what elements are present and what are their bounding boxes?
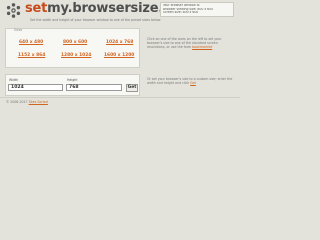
footer-divider <box>0 97 240 98</box>
preset-panel-tab: Sizes <box>14 28 23 32</box>
preset-size-link-1024x768[interactable]: 1024 x 768 <box>106 40 133 45</box>
browser-info-box: Your browser window is: Browser viewing … <box>160 2 234 17</box>
preset-size-link-1280x1024[interactable]: 1280 x 1024 <box>61 53 91 58</box>
footer-link[interactable]: Sites Sorted <box>29 100 48 104</box>
width-label: Width <box>9 78 19 82</box>
preset-sizes-panel <box>5 28 140 68</box>
site-header: setmy.browsersize.com Your browser windo… <box>0 0 240 22</box>
info-row: Screen size: 800 x 600 <box>163 11 199 15</box>
height-input[interactable]: 768 <box>66 84 122 91</box>
custom-size-help-text: Or set your browser's size to a custom s… <box>147 77 235 86</box>
get-help-link[interactable]: Get <box>190 81 196 85</box>
site-footer: © 2008-2017 Sites Sorted <box>6 100 48 104</box>
logo-text-prefix: set <box>25 1 48 16</box>
preset-size-link-1152x864[interactable]: 1152 x 864 <box>18 53 45 58</box>
get-button[interactable]: Get <box>126 84 138 92</box>
preset-size-link-640x480[interactable]: 640 x 480 <box>19 40 43 45</box>
site-tagline: Set the width and height of your browser… <box>30 18 161 22</box>
preset-size-link-800x600[interactable]: 800 x 600 <box>63 40 87 45</box>
height-label: Height <box>67 78 78 82</box>
snowflake-logo-icon[interactable] <box>6 3 21 18</box>
bookmarklet-link[interactable]: bookmarklet <box>192 45 212 49</box>
footer-copyright: © 2008-2017 <box>6 100 29 104</box>
preset-help-text: Click on one of the sizes on the left to… <box>147 37 235 49</box>
width-input[interactable]: 1024 <box>8 84 63 91</box>
preset-size-link-1600x1200[interactable]: 1600 x 1200 <box>104 53 134 58</box>
